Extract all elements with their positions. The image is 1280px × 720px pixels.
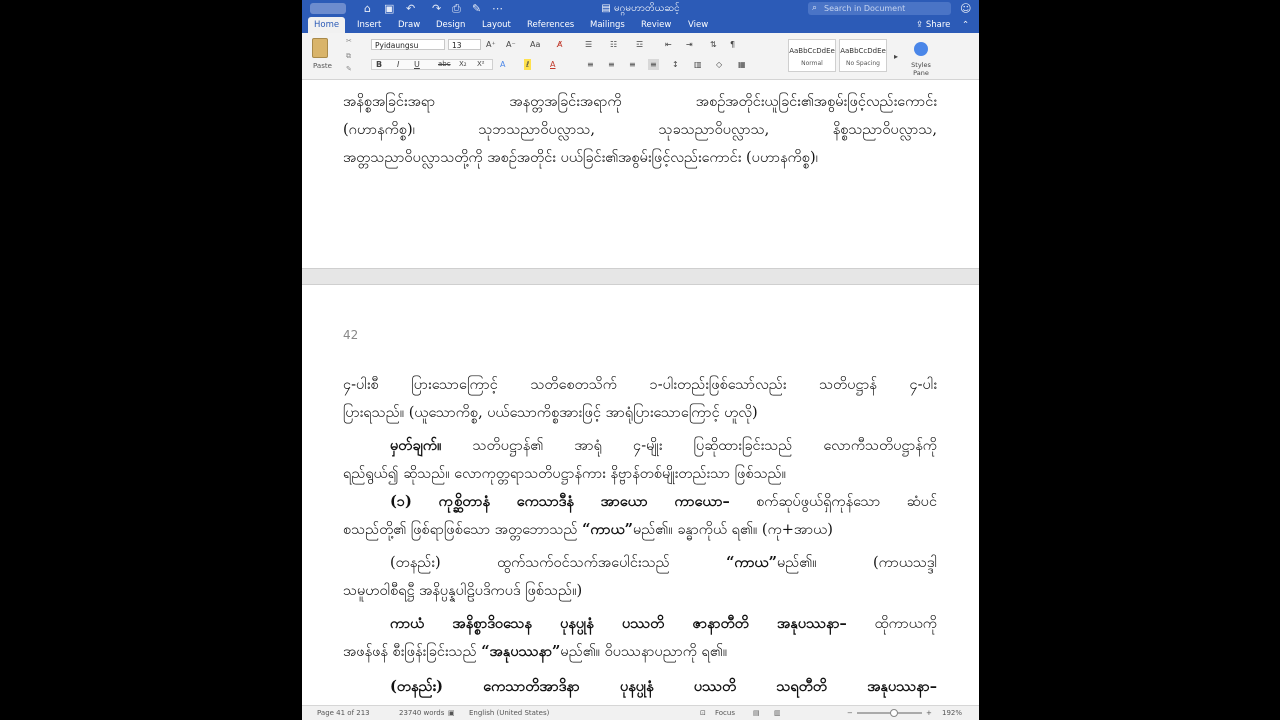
shrink-font-icon[interactable]: A⁻ <box>506 39 516 50</box>
paragraph-line: (တနည်း) ထွက်သက်ဝင်သက်အပေါင်းသည် “ကာယ”မည်… <box>390 554 937 571</box>
zoom-out-icon[interactable]: − <box>847 706 853 720</box>
align-right-icon[interactable]: ≡ <box>629 59 636 70</box>
increase-indent-icon[interactable]: ⇥ <box>686 39 693 50</box>
tab-insert[interactable]: Insert <box>357 17 381 33</box>
styles-pane-label: Styles Pane <box>911 61 931 77</box>
paragraph-line: မှတ်ချက်။ သတိပဋ္ဌာန်၏ အာရုံ ၄-မျိုး ပြဆိ… <box>390 437 937 454</box>
paragraph-line: ကာယံ အနိစ္စာဒိဝသေန ပုနပ္ပုနံ ပဿတိ ဇာနာတီ… <box>390 615 937 632</box>
paragraph-line: (၁) ကုစ္ဆိတာနံ ကေသာဒီနံ အာယော ကာယော– စက်… <box>390 493 937 510</box>
strikethrough-icon[interactable]: abc <box>438 59 451 70</box>
style-normal[interactable]: AaBbCcDdEe Normal <box>788 39 836 72</box>
tab-draw[interactable]: Draw <box>398 17 420 33</box>
paragraph-top-2: (ဂဟာနကိစ္စ)၊ သုဘသညာဝိပလ္လာသ, သုခသညာဝိပလ္… <box>343 122 937 138</box>
align-left-icon[interactable]: ≡ <box>587 59 594 70</box>
page-count[interactable]: Page 41 of 213 <box>317 706 370 720</box>
print-layout-icon[interactable]: ▤ <box>753 706 760 720</box>
word-window: ⌂ ▣ ↶ ↷ ⎙ ✎ ⋯ ▤ မဂ္ဂမဟာတိယဆင့် ⌕ Search … <box>302 0 979 720</box>
decrease-indent-icon[interactable]: ⇤ <box>665 39 672 50</box>
tab-references[interactable]: References <box>527 17 574 33</box>
share-icon: ⇪ <box>916 20 926 30</box>
share-button[interactable]: ⇪ Share <box>916 17 950 33</box>
language-status[interactable]: English (United States) <box>469 706 549 720</box>
font-name-select[interactable]: Pyidaungsu <box>371 39 445 50</box>
paragraph-line: ရည်ရွယ်၍ ဆိုသည်။ လောကုတ္တရာသတိပဋ္ဌာန်ကား… <box>343 466 787 482</box>
search-icon: ⌕ <box>812 3 818 13</box>
paste-icon[interactable] <box>312 38 328 58</box>
format-painter-small-icon[interactable]: ✎ <box>346 65 352 73</box>
style-name: No Spacing <box>846 60 880 67</box>
style-sample: AaBbCcDdEe <box>840 47 886 55</box>
font-style-group <box>371 59 493 70</box>
title-bar: ⌂ ▣ ↶ ↷ ⎙ ✎ ⋯ ▤ မဂ္ဂမဟာတိယဆင့် ⌕ Search … <box>302 0 979 17</box>
underline-icon[interactable]: U <box>414 59 420 70</box>
font-size-select[interactable]: 13 <box>448 39 481 50</box>
copy-icon[interactable]: ⧉ <box>346 52 351 61</box>
paragraph-line: သမူဟဝါစီရဋ္ဌီ အနိပ္ပန္နပါဠိပဒိကပဒ် ဖြစ်သ… <box>343 583 583 599</box>
tab-home[interactable]: Home <box>308 17 346 33</box>
zoom-level[interactable]: 192% <box>942 706 962 720</box>
styles-more-icon[interactable]: ▸ <box>894 51 898 62</box>
paragraph-top-3: အတ္တသညာဝိပလ္လာသတို့ကို အစဉ်အတိုင်း ပယ်ခြ… <box>343 150 818 166</box>
zoom-slider-handle[interactable] <box>890 709 898 717</box>
text-effects-icon[interactable]: A <box>500 59 505 70</box>
document-canvas[interactable]: အနိစ္စအခြင်းအရာ အနတ္တအခြင်းအရာကို အစဉ်အတ… <box>302 80 979 705</box>
paragraph-top-1: အနိစ္စအခြင်းအရာ အနတ္တအခြင်းအရာကို အစဉ်အတ… <box>343 94 937 110</box>
clear-formatting-icon[interactable]: A̸ <box>557 39 562 50</box>
highlight-icon[interactable]: ℓ <box>524 59 532 70</box>
shading-icon[interactable]: ◇ <box>716 59 722 70</box>
style-name: Normal <box>801 60 823 67</box>
web-layout-icon[interactable]: ▥ <box>774 706 781 720</box>
paragraph-line: စသည်တို့၏ ဖြစ်ရာဖြစ်သော အတ္တဘောသည် “ကာယ”… <box>343 521 833 538</box>
proofing-icon[interactable]: ▣ <box>448 706 455 720</box>
pali-term: (၁) ကုစ္ဆိတာနံ ကေသာဒီနံ အာယော ကာယော– <box>390 493 730 510</box>
show-formatting-icon[interactable]: ¶ <box>730 39 735 50</box>
tab-review[interactable]: Review <box>641 17 671 33</box>
cut-icon[interactable]: ✂ <box>346 37 352 45</box>
justify-icon[interactable]: ≡ <box>648 59 659 70</box>
borders-icon[interactable]: ▦ <box>738 59 746 70</box>
ribbon-tabs: Home Insert Draw Design Layout Reference… <box>302 17 979 33</box>
focus-button[interactable]: Focus <box>715 706 735 720</box>
page-number: 42 <box>343 328 359 342</box>
paragraph-line: အဖန်ဖန် စီးဖြန်းခြင်းသည် “အနုပဿနာ”မည်၏။ … <box>343 643 728 660</box>
search-input[interactable]: ⌕ Search in Document <box>808 2 951 15</box>
collapse-ribbon-icon[interactable]: ⌃ <box>962 17 969 33</box>
superscript-icon[interactable]: X² <box>477 59 485 70</box>
bullets-icon[interactable]: ☰ <box>585 39 592 50</box>
paragraph-line: ၄-ပါးစီ ပြားသောကြောင့် သတိစေတသိက် ၁-ပါးတ… <box>343 377 937 393</box>
style-no-spacing[interactable]: AaBbCcDdEe No Spacing <box>839 39 887 72</box>
focus-icon[interactable]: ⊡ <box>700 706 706 720</box>
sort-icon[interactable]: ⇅ <box>710 39 717 50</box>
tab-design[interactable]: Design <box>436 17 465 33</box>
style-sample: AaBbCcDdEe <box>789 47 835 55</box>
zoom-in-icon[interactable]: + <box>926 706 932 720</box>
paragraph-line: ပြားရသည်။ (ယူသောကိစ္စ, ပယ်သောကိစ္စအားဖြင… <box>343 405 758 421</box>
bold-icon[interactable]: B <box>376 59 382 70</box>
tab-mailings[interactable]: Mailings <box>590 17 625 33</box>
paragraph-line: (တနည်း) ကေသာတိအာဒိနာ ပုနပ္ပုနံ ပဿတိ သရတီ… <box>390 678 937 695</box>
columns-icon[interactable]: ▥ <box>694 59 702 70</box>
styles-pane-icon[interactable] <box>914 42 928 56</box>
tab-view[interactable]: View <box>688 17 708 33</box>
tab-layout[interactable]: Layout <box>482 17 511 33</box>
subscript-icon[interactable]: X₂ <box>459 59 467 70</box>
page-break <box>302 268 979 285</box>
grow-font-icon[interactable]: A⁺ <box>486 39 496 50</box>
change-case-icon[interactable]: Aa <box>530 39 540 50</box>
italic-icon[interactable]: I <box>397 59 399 70</box>
numbering-icon[interactable]: ☷ <box>610 39 617 50</box>
word-count[interactable]: 23740 words <box>399 706 444 720</box>
note-heading: မှတ်ချက်။ <box>390 437 442 454</box>
align-center-icon[interactable]: ≡ <box>608 59 615 70</box>
paste-label: Paste <box>313 62 332 70</box>
ribbon-home: Paste ✂ ⧉ ✎ Pyidaungsu 13 A⁺ A⁻ Aa A̸ B … <box>302 33 979 80</box>
font-color-icon[interactable]: A <box>550 59 555 70</box>
status-bar: Page 41 of 213 23740 words ▣ English (Un… <box>302 705 979 720</box>
account-icon[interactable]: ☺ <box>960 1 971 16</box>
pali-term: ကာယံ အနိစ္စာဒိဝသေန ပုနပ္ပုနံ ပဿတိ ဇာနာတီ… <box>390 615 847 632</box>
line-spacing-icon[interactable]: ↕ <box>672 59 679 70</box>
document-icon: ▤ <box>601 3 614 14</box>
multilevel-list-icon[interactable]: ☲ <box>636 39 643 50</box>
